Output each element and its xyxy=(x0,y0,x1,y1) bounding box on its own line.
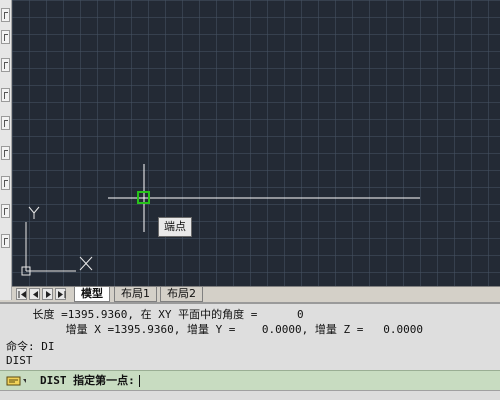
toolbar-button[interactable] xyxy=(1,30,10,44)
toolbar-button[interactable] xyxy=(1,176,10,190)
toolbar-button[interactable] xyxy=(1,88,10,102)
toolbar-button[interactable] xyxy=(1,204,10,218)
last-tab-button[interactable] xyxy=(55,288,66,300)
command-line-icon[interactable] xyxy=(6,375,26,387)
command-history-line: 长度 =1395.9360, 在 XY 平面中的角度 = 0 xyxy=(6,308,304,321)
status-bar xyxy=(0,390,500,400)
command-prompt-text: DIST 指定第一点: xyxy=(40,374,135,387)
tab-model[interactable]: 模型 xyxy=(74,287,110,302)
command-history-line: 命令: DI xyxy=(6,340,55,353)
next-tab-button[interactable] xyxy=(42,288,53,300)
toolbar-button[interactable] xyxy=(1,58,10,72)
command-history: 长度 =1395.9360, 在 XY 平面中的角度 = 0 增量 X =139… xyxy=(0,302,500,370)
command-history-line: 增量 X =1395.9360, 增量 Y = 0.0000, 增量 Z = 0… xyxy=(6,323,423,336)
command-history-line: DIST xyxy=(6,354,33,367)
first-tab-button[interactable] xyxy=(16,288,27,300)
command-prompt-input[interactable]: DIST 指定第一点: xyxy=(0,370,500,390)
toolbar-button[interactable] xyxy=(1,234,10,248)
ucs-icon xyxy=(21,206,93,276)
toolbar-button[interactable] xyxy=(1,146,10,160)
text-cursor xyxy=(139,375,140,387)
prev-icon xyxy=(33,291,38,298)
drawing-canvas[interactable]: 端点 xyxy=(12,0,500,286)
next-icon xyxy=(46,291,51,298)
prev-tab-button[interactable] xyxy=(29,288,40,300)
osnap-tooltip: 端点 xyxy=(158,217,192,237)
canvas-graphics xyxy=(21,164,420,276)
layout-tab-bar: 模型 布局1 布局2 xyxy=(12,286,500,302)
left-toolbar xyxy=(0,0,12,300)
toolbar-button[interactable] xyxy=(1,116,10,130)
first-icon xyxy=(18,291,26,298)
tab-layout2[interactable]: 布局2 xyxy=(160,287,203,302)
tab-layout1[interactable]: 布局1 xyxy=(114,287,157,302)
last-icon xyxy=(58,291,66,298)
toolbar-button[interactable] xyxy=(1,8,10,22)
